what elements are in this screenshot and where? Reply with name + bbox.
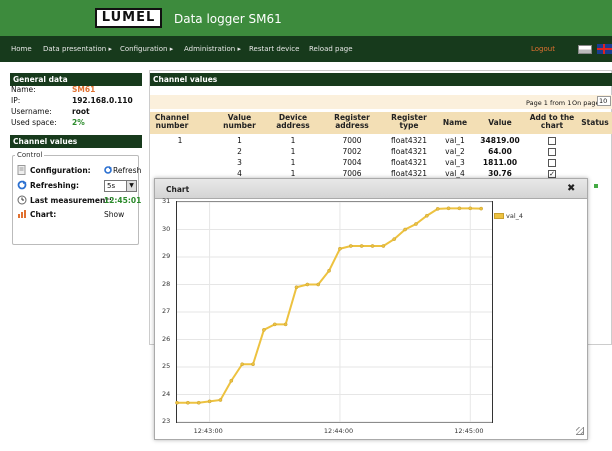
data-point: [403, 227, 407, 232]
data-point: [424, 213, 429, 218]
data-point: [446, 206, 451, 211]
series-line-val_4: [177, 207, 482, 404]
data-point: [262, 328, 266, 332]
data-point: [381, 244, 386, 248]
data-point: [435, 207, 440, 211]
data-point: [327, 268, 331, 273]
data-point: [218, 398, 223, 402]
y-tick-label: 24: [162, 389, 171, 398]
data-point: [457, 206, 462, 211]
data-point: [316, 282, 321, 287]
y-tick-label: 23: [162, 417, 171, 425]
data-point: [370, 244, 375, 248]
x-tick-label: 12:45:00: [454, 427, 484, 435]
data-point: [186, 400, 190, 405]
y-tick-label: 25: [162, 362, 171, 370]
y-tick-label: 31: [162, 197, 171, 205]
legend-swatch: [494, 213, 504, 219]
data-point: [207, 399, 212, 404]
data-point: [175, 400, 179, 405]
legend-label: val_4: [506, 212, 524, 220]
data-point: [359, 244, 364, 248]
data-point: [294, 285, 299, 290]
x-tick-label: 12:44:00: [323, 427, 354, 435]
data-point: [229, 378, 234, 383]
data-point: [479, 206, 483, 211]
data-point: [251, 362, 255, 367]
data-point: [348, 244, 353, 248]
y-tick-label: 26: [162, 334, 171, 343]
data-point: [338, 246, 342, 251]
data-point: [272, 322, 277, 327]
y-tick-label: 27: [162, 307, 171, 315]
data-point: [240, 362, 245, 367]
data-point: [283, 322, 288, 327]
data-point: [414, 222, 418, 226]
resize-handle[interactable]: [576, 427, 584, 435]
data-point: [392, 237, 397, 241]
data-point: [468, 206, 473, 211]
data-point: [305, 282, 310, 287]
app-window: LUMEL Data logger SM61 Home Data present…: [0, 0, 612, 451]
x-tick-label: 12:43:00: [193, 427, 223, 435]
y-tick-label: 29: [162, 252, 171, 260]
y-tick-label: 28: [162, 279, 171, 288]
chart-svg: [175, 201, 492, 423]
y-tick-label: 30: [162, 224, 171, 233]
data-point: [196, 400, 201, 405]
